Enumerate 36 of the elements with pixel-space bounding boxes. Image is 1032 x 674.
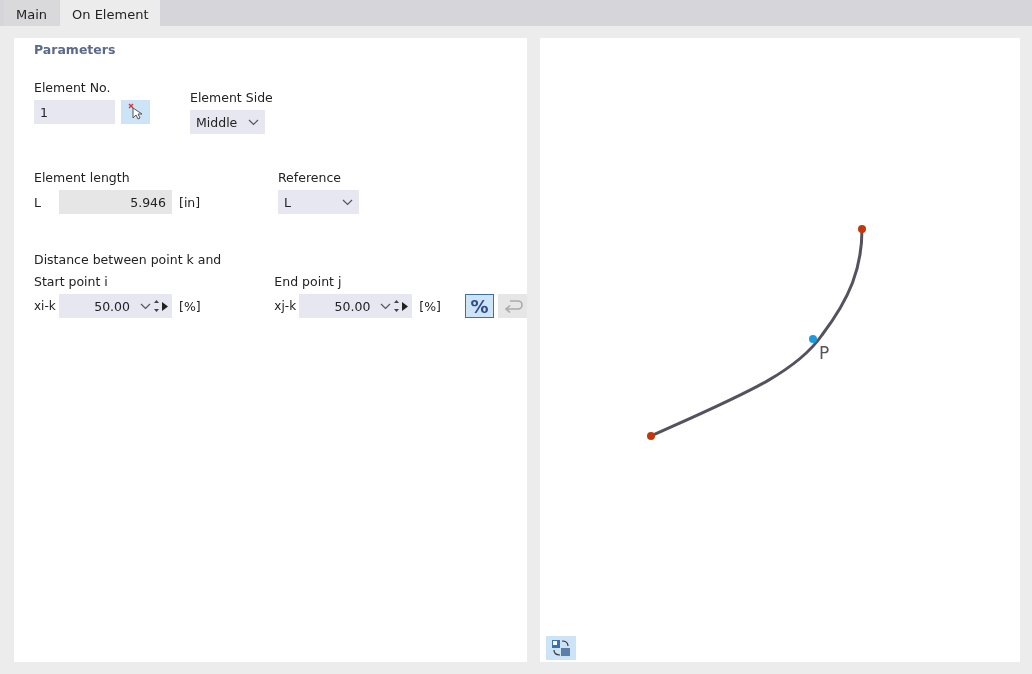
element-side-dropdown[interactable]: Middle (190, 110, 265, 134)
spinner-icon (153, 299, 160, 313)
section-label: Distance between point k and (34, 252, 222, 269)
play-icon (162, 301, 168, 311)
symbol-label: xi-k (34, 299, 57, 313)
swap-view-icon (550, 638, 572, 658)
symbol-label: xj-k (274, 299, 298, 313)
unit-label: [%] (179, 298, 201, 314)
unit-label: [%] (419, 298, 441, 314)
unit-label: [in] (179, 194, 201, 210)
element-number-field[interactable]: 1 (34, 100, 115, 124)
pick-button[interactable] (121, 100, 150, 124)
chevron-down-icon (342, 198, 353, 206)
element-length-field: 5.946 (59, 190, 172, 214)
spinner-icon (393, 299, 401, 313)
return-arrow-icon (502, 299, 523, 313)
chevron-down-icon (248, 118, 259, 126)
field-label: Element Side (190, 90, 273, 107)
chevron-down-icon (140, 302, 151, 310)
cursor-icon (126, 103, 145, 121)
chevron-down-icon (380, 302, 392, 310)
spin-field[interactable]: 50.00 (59, 294, 172, 318)
point-label: P (819, 343, 830, 363)
tab[interactable]: On Element (60, 0, 161, 26)
field-label: End point j (274, 274, 342, 291)
play-icon (402, 301, 409, 311)
field-label: Element length (34, 170, 130, 187)
percent-toggle-button[interactable]: % (465, 294, 494, 318)
field-label: Start point i (34, 274, 108, 291)
section-title: Parameters (34, 42, 116, 59)
symbol-label: L (34, 194, 42, 210)
view-toggle-button[interactable] (546, 636, 576, 660)
reference-dropdown[interactable]: L (278, 190, 359, 214)
spin-field[interactable]: 50.00 (299, 294, 413, 318)
field-label: Element No. (34, 80, 111, 97)
field-label: Reference (278, 170, 341, 187)
